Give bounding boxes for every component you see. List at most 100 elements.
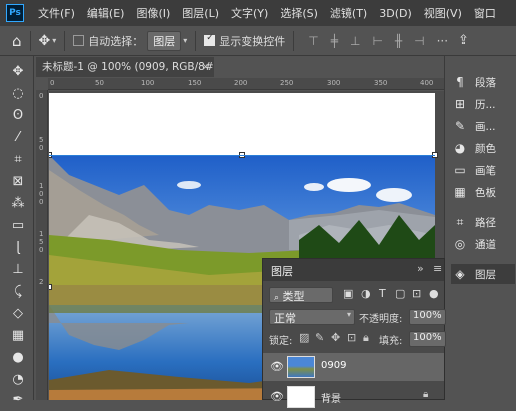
eraser-icon[interactable]: ◇: [8, 304, 28, 324]
chevron-down-icon[interactable]: ▾: [52, 36, 56, 45]
visibility-eye-icon[interactable]: 👁︎: [270, 390, 284, 403]
eyedropper-icon[interactable]: ⁂: [8, 194, 28, 214]
layer-filter-label: 类型: [282, 290, 305, 303]
lock-artboard-icon[interactable]: ⊡: [347, 331, 356, 344]
menu-image[interactable]: 图像(I): [136, 5, 170, 21]
align-bottom-icon[interactable]: ⊥: [350, 34, 360, 48]
dock-history[interactable]: ⊞ 历...: [451, 94, 515, 114]
ruler-tick: 250: [280, 79, 294, 87]
document-tab[interactable]: 未标题-1 @ 100% (0909, RGB/8#) * ×: [36, 57, 214, 77]
dock-paragraph[interactable]: ¶ 段落: [451, 72, 515, 92]
move-tool-icon[interactable]: ✥: [39, 33, 51, 49]
lock-pixels-icon[interactable]: ▨: [299, 331, 309, 344]
transform-handle[interactable]: [49, 284, 52, 290]
layer-row-0909[interactable]: 👁︎ 0909: [263, 353, 444, 381]
search-icon: ⌕: [274, 293, 280, 303]
magic-wand-icon[interactable]: ⁄: [8, 128, 28, 148]
lock-label: 锁定:: [269, 336, 293, 347]
pixel-filter-icon[interactable]: ▣: [343, 287, 353, 300]
lock-paint-icon[interactable]: ✎: [315, 331, 324, 344]
adjustment-filter-icon[interactable]: ◑: [361, 287, 371, 300]
layers-panel-header: 图层 » ≡: [263, 259, 444, 281]
align-hcenter-icon[interactable]: ╫: [395, 34, 402, 48]
menu-view[interactable]: 视图(V): [424, 5, 462, 21]
paragraph-icon: ¶: [456, 75, 464, 89]
dock-layers[interactable]: ◈ 图层: [451, 264, 515, 284]
lock-all-icon[interactable]: 🔒︎: [363, 331, 369, 345]
divider: [29, 30, 31, 51]
auto-select-target-dropdown[interactable]: 图层: [147, 30, 182, 51]
type-filter-icon[interactable]: T: [379, 287, 386, 300]
ruler-tick: 0: [39, 144, 44, 152]
home-icon[interactable]: ⌂: [12, 32, 22, 50]
gradient-icon[interactable]: ▦: [8, 326, 28, 346]
panel-menu-icon[interactable]: ≡: [433, 262, 442, 275]
paths-icon: ⌗: [456, 214, 464, 229]
dodge-icon[interactable]: ◔: [8, 370, 28, 390]
dock-swatches[interactable]: ▦ 色板: [451, 182, 515, 202]
brush-icon[interactable]: ɭ: [8, 238, 28, 258]
share-icon[interactable]: ⇪: [458, 33, 469, 48]
align-right-icon[interactable]: ⊣: [414, 34, 424, 48]
layers-panel-title: 图层: [271, 265, 293, 278]
menu-3d[interactable]: 3D(D): [379, 7, 412, 20]
dock-channels[interactable]: ◎ 通道: [451, 234, 515, 254]
ruler-tick: 200: [234, 79, 248, 87]
history-icon: ⊞: [454, 97, 466, 111]
healing-brush-icon[interactable]: ▭: [8, 216, 28, 236]
smart-object-filter-icon[interactable]: ⊡: [412, 287, 421, 300]
lock-row: 锁定: ▨ ✎ ✥ ⊡ 🔒︎ 填充: 100%: [269, 331, 446, 349]
layer-row-background[interactable]: 👁︎ 背景 🔒︎: [263, 383, 444, 411]
visibility-eye-icon[interactable]: 👁︎: [270, 360, 284, 373]
menu-type[interactable]: 文字(Y): [231, 5, 268, 21]
divider: [64, 30, 66, 51]
menu-bar: Ps 文件(F) 编辑(E) 图像(I) 图层(L) 文字(Y) 选择(S) 滤…: [0, 0, 516, 26]
menu-layer[interactable]: 图层(L): [182, 5, 219, 21]
clone-stamp-icon[interactable]: ⊥: [8, 260, 28, 280]
blend-row: 正常 ▾ 不透明度: 100%: [269, 309, 446, 327]
move-icon[interactable]: ✥: [8, 62, 28, 82]
blend-mode-dropdown[interactable]: 正常: [269, 309, 355, 325]
dock-paths[interactable]: ⌗ 路径: [451, 212, 515, 232]
filter-toggle-icon[interactable]: ●: [429, 287, 439, 300]
close-icon[interactable]: ×: [201, 57, 210, 77]
pen-icon[interactable]: ✒: [8, 390, 28, 410]
align-top-icon[interactable]: ⊤: [308, 34, 318, 48]
menu-window[interactable]: 窗口: [474, 5, 496, 21]
dock-brushes[interactable]: ▭ 画笔: [451, 160, 515, 180]
frame-icon[interactable]: ⊠: [8, 172, 28, 192]
lock-position-icon[interactable]: ✥: [331, 331, 340, 344]
more-icon[interactable]: ···: [437, 34, 448, 48]
collapse-icon[interactable]: »: [417, 262, 424, 275]
dock-brush-settings[interactable]: ✎ 画...: [451, 116, 515, 136]
lasso-icon[interactable]: ʘ: [8, 106, 28, 126]
shape-filter-icon[interactable]: ▢: [395, 287, 405, 300]
history-brush-icon[interactable]: ⤹: [8, 282, 28, 302]
dock-label: 段落: [475, 76, 496, 89]
chevron-down-icon[interactable]: ▾: [183, 36, 187, 45]
align-vcenter-icon[interactable]: ╪: [331, 34, 338, 48]
dock-label: 图层: [475, 268, 496, 281]
menu-filter[interactable]: 滤镜(T): [330, 5, 367, 21]
ruler-tick: 1: [39, 182, 44, 190]
layer-filter-dropdown[interactable]: ⌕ 类型: [269, 287, 333, 303]
opacity-field[interactable]: 100%: [409, 309, 446, 325]
fill-label: 填充:: [379, 336, 403, 347]
show-transform-checkbox[interactable]: [204, 33, 216, 46]
ruler-tick: 2: [39, 278, 44, 286]
menu-file[interactable]: 文件(F): [38, 5, 75, 21]
show-transform-label: 显示变换控件: [219, 34, 286, 48]
marquee-icon[interactable]: ◌: [8, 84, 28, 104]
fill-field[interactable]: 100%: [409, 331, 446, 347]
blur-icon[interactable]: ●: [8, 348, 28, 368]
divider: [195, 30, 197, 51]
document-canvas[interactable]: [49, 93, 435, 155]
align-left-icon[interactable]: ⊢: [372, 34, 382, 48]
brush-settings-icon: ✎: [454, 119, 466, 133]
auto-select-checkbox[interactable]: [73, 35, 85, 46]
dock-color[interactable]: ◕ 颜色: [451, 138, 515, 158]
menu-select[interactable]: 选择(S): [280, 5, 318, 21]
menu-edit[interactable]: 编辑(E): [87, 5, 125, 21]
ruler-tick: 0: [39, 92, 44, 100]
crop-icon[interactable]: ⌗: [8, 150, 28, 170]
